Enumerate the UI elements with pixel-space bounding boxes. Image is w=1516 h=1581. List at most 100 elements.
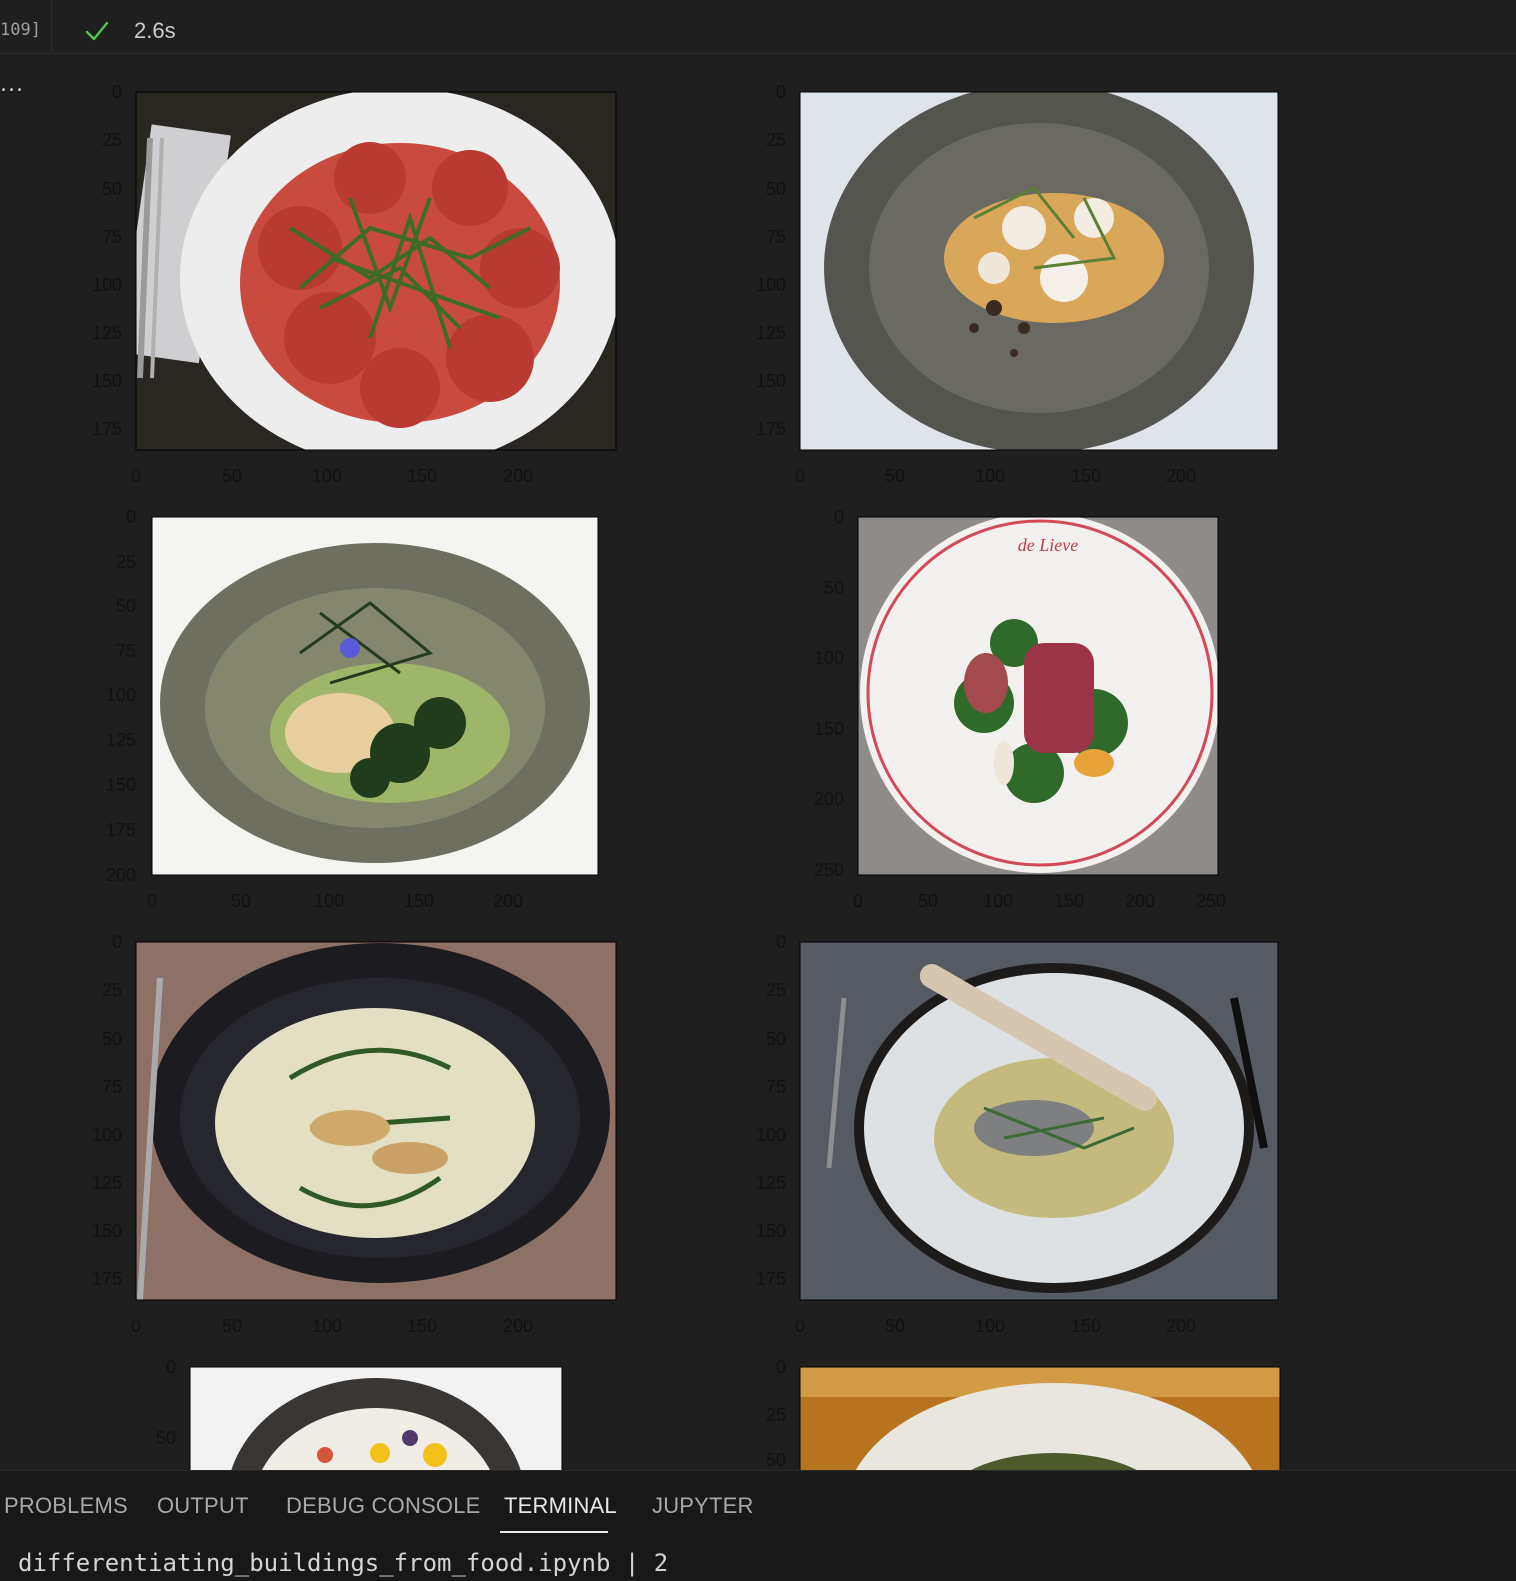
tick-label: 100 — [983, 891, 1013, 911]
y-axis-ticks: 0 25 50 — [766, 1357, 786, 1470]
tick-label: 0 — [795, 1316, 805, 1336]
x-axis-ticks: 0 50 100 150 200 — [147, 891, 523, 911]
tick-label: 200 — [503, 1316, 533, 1336]
food-image-white-bowl — [800, 1367, 1280, 1470]
subplot-fish-broccoli: 0 25 50 75 100 125 150 175 200 0 50 100 … — [70, 503, 640, 923]
subplot-5-svg: 0 25 50 75 100 125 150 175 0 50 100 150 … — [92, 932, 617, 1336]
food-image-fish-broccoli — [152, 517, 598, 875]
tick-label: 200 — [1125, 891, 1155, 911]
tick-label: 250 — [814, 860, 844, 880]
tick-label: 50 — [824, 578, 844, 598]
tick-label: 0 — [853, 891, 863, 911]
subplot-soup: 0 25 50 75 100 125 150 175 0 50 100 150 … — [70, 928, 640, 1348]
tick-label: 50 — [222, 1316, 242, 1336]
food-image-carpaccio — [136, 92, 616, 450]
tick-label: 50 — [102, 1029, 122, 1049]
y-axis-ticks: 0 25 50 75 100 125 150 175 — [92, 82, 122, 439]
y-axis-ticks: 0 25 50 75 100 125 150 175 — [756, 932, 786, 1289]
tick-label: 50 — [766, 1450, 786, 1470]
tick-label: 100 — [312, 1316, 342, 1336]
x-axis-ticks: 0 50 100 150 200 250 — [853, 891, 1226, 911]
tick-label: 175 — [106, 820, 136, 840]
tick-label: 100 — [312, 466, 342, 486]
tick-label: 150 — [92, 371, 122, 391]
tab-terminal[interactable]: TERMINAL — [504, 1493, 617, 1519]
tick-label: 175 — [756, 1269, 786, 1289]
tab-jupyter[interactable]: JUPYTER — [652, 1493, 754, 1519]
subplot-3-svg: 0 25 50 75 100 125 150 175 200 0 50 100 … — [106, 507, 599, 911]
tick-label: 0 — [776, 932, 786, 952]
tick-label: 0 — [112, 82, 122, 102]
tick-label: 50 — [918, 891, 938, 911]
tick-label: 0 — [131, 466, 141, 486]
tick-label: 125 — [756, 323, 786, 343]
execution-count: 109] — [0, 20, 41, 40]
food-image-duck-salad: de Lieve — [858, 517, 1218, 875]
y-axis-ticks: 0 50 100 150 200 250 — [814, 507, 844, 880]
food-image-soup — [136, 942, 616, 1300]
tick-label: 75 — [766, 227, 786, 247]
food-image-flowers-dish — [190, 1367, 562, 1470]
tick-label: 100 — [814, 648, 844, 668]
tick-label: 75 — [766, 1077, 786, 1097]
tick-label: 0 — [112, 932, 122, 952]
tick-label: 100 — [975, 1316, 1005, 1336]
y-axis-ticks: 0 25 50 75 100 125 150 175 — [92, 932, 122, 1289]
subplot-4-svg: de Lieve 0 50 100 150 200 250 0 50 100 1… — [814, 507, 1226, 911]
tick-label: 150 — [407, 1316, 437, 1336]
subplot-2-svg: 0 25 50 75 100 125 150 175 0 50 100 150 … — [756, 82, 1279, 486]
tick-label: 75 — [102, 227, 122, 247]
tick-label: 50 — [231, 891, 251, 911]
execution-duration: 2.6s — [134, 18, 176, 43]
tick-label: 0 — [131, 1316, 141, 1336]
tick-label: 50 — [116, 596, 136, 616]
tick-label: 200 — [503, 466, 533, 486]
tick-label: 50 — [222, 466, 242, 486]
tick-label: 75 — [116, 641, 136, 661]
subplot-white-bowl-dish: 0 25 50 — [734, 1353, 1304, 1470]
y-axis-ticks: 0 25 50 75 100 125 150 175 — [756, 82, 786, 439]
plate-logo: de Lieve — [1018, 535, 1078, 555]
subplot-6-svg: 0 25 50 75 100 125 150 175 0 50 100 150 … — [756, 932, 1279, 1336]
tick-label: 125 — [756, 1173, 786, 1193]
x-axis-ticks: 0 50 100 150 200 — [795, 1316, 1196, 1336]
y-axis-ticks: 0 25 50 75 100 125 150 175 200 — [106, 507, 136, 885]
output-actions-ellipsis[interactable]: ... — [0, 72, 24, 97]
tick-label: 150 — [814, 719, 844, 739]
tick-label: 50 — [766, 1029, 786, 1049]
tab-output[interactable]: OUTPUT — [157, 1493, 249, 1519]
terminal-output[interactable]: differentiating_buildings_from_food.ipyn… — [18, 1549, 668, 1577]
tick-label: 0 — [126, 507, 136, 527]
subplot-flowers-dish: 0 50 — [70, 1353, 640, 1470]
tick-label: 25 — [766, 1405, 786, 1425]
tab-problems[interactable]: PROBLEMS — [4, 1493, 128, 1519]
subplot-7-svg: 0 50 — [156, 1357, 563, 1470]
tick-label: 125 — [92, 1173, 122, 1193]
tick-label: 100 — [92, 275, 122, 295]
tick-label: 100 — [975, 466, 1005, 486]
check-icon — [85, 21, 109, 41]
tick-label: 100 — [314, 891, 344, 911]
tick-label: 150 — [407, 466, 437, 486]
tick-label: 200 — [814, 789, 844, 809]
tick-label: 150 — [756, 371, 786, 391]
y-axis-ticks: 0 50 — [156, 1357, 176, 1448]
tick-label: 0 — [834, 507, 844, 527]
food-image-meringue — [800, 92, 1278, 450]
tick-label: 150 — [106, 775, 136, 795]
subplot-duck-salad: de Lieve 0 50 100 150 200 250 0 50 100 1… — [734, 503, 1304, 923]
tick-label: 200 — [1166, 1316, 1196, 1336]
tick-label: 75 — [102, 1077, 122, 1097]
subplot-8-svg: 0 25 50 — [766, 1357, 1281, 1470]
tick-label: 0 — [147, 891, 157, 911]
tick-label: 150 — [1071, 466, 1101, 486]
subplot-fish-breadstick: 0 25 50 75 100 125 150 175 0 50 100 150 … — [734, 928, 1304, 1348]
tick-label: 125 — [106, 730, 136, 750]
cell-gutter-divider — [51, 0, 52, 53]
x-axis-ticks: 0 50 100 150 200 — [795, 466, 1196, 486]
subplot-meringue: 0 25 50 75 100 125 150 175 0 50 100 150 … — [734, 78, 1304, 498]
tick-label: 25 — [102, 130, 122, 150]
tick-label: 50 — [885, 1316, 905, 1336]
tick-label: 100 — [92, 1125, 122, 1145]
tab-debug-console[interactable]: DEBUG CONSOLE — [286, 1493, 481, 1519]
